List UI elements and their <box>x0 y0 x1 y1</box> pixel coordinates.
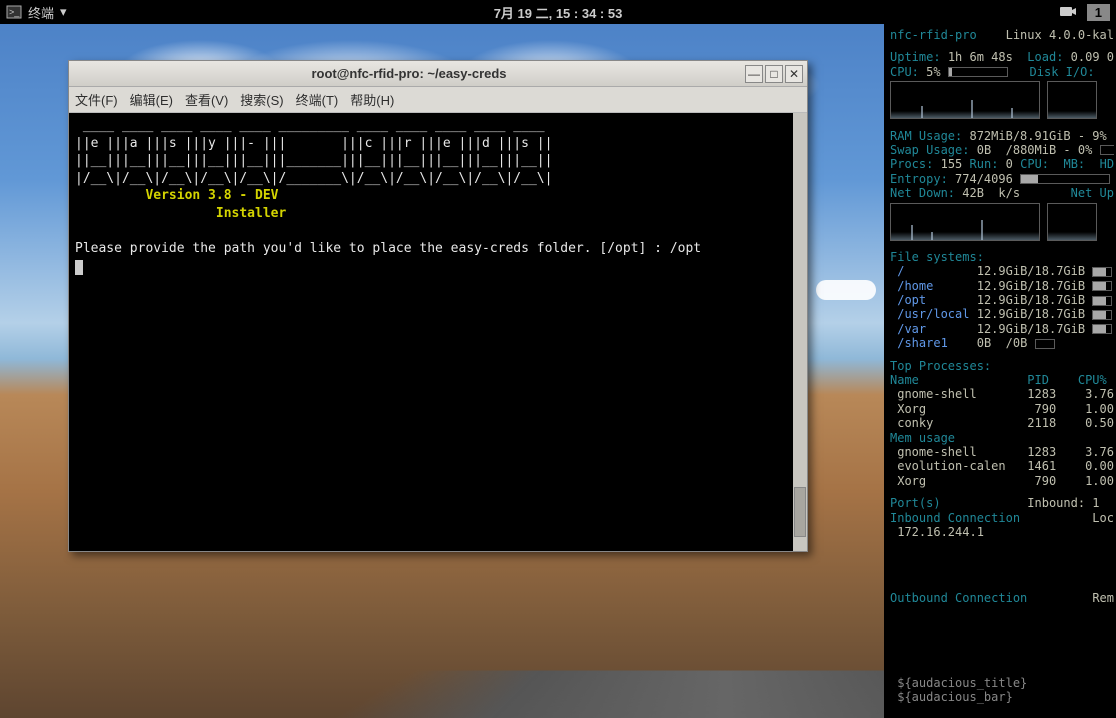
swap-label: Swap Usage: <box>890 143 969 157</box>
menu-terminal[interactable]: 终端(T) <box>296 90 339 109</box>
fs-row: /var 12.9GiB/18.7GiB <box>890 322 1114 336</box>
fs-row: /home 12.9GiB/18.7GiB <box>890 279 1114 293</box>
cloud-small <box>816 280 876 300</box>
run-val: 0 <box>1006 157 1013 171</box>
ascii-art-line: ||__|||__|||__|||__|||__|||_______|||__|… <box>75 153 552 168</box>
proc-row: Xorg 790 1.00 <box>890 402 1114 416</box>
close-button[interactable]: ✕ <box>785 65 803 83</box>
procs-val: 155 <box>941 157 963 171</box>
outbound-rem: Remo <box>1092 591 1114 605</box>
conky-panel: nfc-rfid-pro Linux 4.0.0-kal Uptime: 1h … <box>884 24 1116 718</box>
fs-row: /share1 0B /0B <box>890 336 1114 350</box>
top-panel: >_ 终端 ▾ 7月 19 二, 15 : 34 : 53 1 <box>0 0 1116 24</box>
netup-graph <box>1047 203 1097 241</box>
cpu-val: 5% <box>926 65 940 79</box>
menubar: 文件(F) 编辑(E) 查看(V) 搜索(S) 终端(T) 帮助(H) <box>69 87 807 113</box>
inbound-label: Inbound Connection <box>890 511 1020 525</box>
chevron-down-icon[interactable]: ▾ <box>60 4 67 20</box>
uptime-val: 1h 6m 48s <box>948 50 1013 64</box>
swap-val: 0B /880MiB - 0% <box>977 143 1093 157</box>
load-label: Load: <box>1027 50 1063 64</box>
scroll-thumb[interactable] <box>794 487 806 537</box>
cursor <box>75 260 83 275</box>
fs-row: /opt 12.9GiB/18.7GiB <box>890 293 1114 307</box>
inbound-ip: 172.16.244.1 <box>897 525 984 539</box>
ascii-art-line: ____ ____ ____ ____ ____ _________ ____ … <box>75 118 545 133</box>
ram-label: RAM Usage: <box>890 129 962 143</box>
menu-view[interactable]: 查看(V) <box>185 90 228 109</box>
ascii-art-line: |/__\|/__\|/__\|/__\|/__\|/_______\|/__\… <box>75 171 552 186</box>
uptime-label: Uptime: <box>890 50 941 64</box>
procs-label: Procs: <box>890 157 933 171</box>
fs-header: File systems: <box>890 250 984 264</box>
cpu-label: CPU: <box>890 65 919 79</box>
proc-row: Xorg 790 1.00 <box>890 474 1114 488</box>
entropy-label: Entropy: <box>890 172 948 186</box>
audacious-title: ${audacious_title} <box>897 676 1027 690</box>
installer-text: Installer <box>75 206 286 221</box>
svg-text:>_: >_ <box>9 7 20 17</box>
top-header: Top Processes: <box>890 359 991 373</box>
kernel-text: Linux 4.0.0-kal <box>1006 28 1114 42</box>
proc-row: gnome-shell 1283 3.76 <box>890 445 1114 459</box>
version-text: Version 3.8 - DEV <box>75 188 279 203</box>
inbound-loc: Loca <box>1092 511 1114 525</box>
entropy-val: 774/4096 <box>955 172 1013 186</box>
menu-edit[interactable]: 编辑(E) <box>130 90 173 109</box>
ports-label: Port(s) <box>890 496 941 510</box>
camera-icon[interactable] <box>1059 4 1077 21</box>
menu-help[interactable]: 帮助(H) <box>350 90 394 109</box>
inbound-count: Inbound: 1 Out <box>1027 496 1114 510</box>
window-title: root@nfc-rfid-pro: ~/easy-creds <box>73 66 745 81</box>
audacious-bar: ${audacious_bar} <box>897 690 1013 704</box>
app-menu-label[interactable]: 终端 <box>28 3 54 22</box>
terminal-content[interactable]: ____ ____ ____ ____ ____ _________ ____ … <box>69 113 807 551</box>
hd-label: HD: <box>1100 157 1114 171</box>
netdown-label: Net Down: <box>890 186 955 200</box>
minimize-button[interactable]: — <box>745 65 763 83</box>
fs-row: / 12.9GiB/18.7GiB <box>890 264 1114 278</box>
run-label: Run: <box>970 157 999 171</box>
disk-graph <box>1047 81 1097 119</box>
netdown-graph <box>890 203 1040 241</box>
menu-file[interactable]: 文件(F) <box>75 90 118 109</box>
proc-row: gnome-shell 1283 3.76 <box>890 387 1114 401</box>
mem-header: Mem usage <box>890 431 955 445</box>
workspace-indicator[interactable]: 1 <box>1087 4 1110 21</box>
scrollbar[interactable] <box>793 113 807 551</box>
host-label: nfc-rfid-pro <box>890 28 977 42</box>
netup-label: Net Up: <box>1071 186 1114 200</box>
terminal-icon[interactable]: >_ <box>6 4 22 20</box>
titlebar[interactable]: root@nfc-rfid-pro: ~/easy-creds — □ ✕ <box>69 61 807 87</box>
top-columns: Name PID CPU% <box>890 373 1107 387</box>
cpu-graph <box>890 81 1040 119</box>
netdown-val: 42B k/s <box>962 186 1020 200</box>
fs-row: /usr/local 12.9GiB/18.7GiB <box>890 307 1114 321</box>
ascii-art-line: ||e |||a |||s |||y |||- ||| |||c |||r ||… <box>75 136 552 151</box>
load-val: 0.09 0.2 <box>1071 50 1114 64</box>
proc-row: evolution-calen 1461 0.00 <box>890 459 1114 473</box>
prompt-text: Please provide the path you'd like to pl… <box>75 241 701 256</box>
terminal-window: root@nfc-rfid-pro: ~/easy-creds — □ ✕ 文件… <box>68 60 808 552</box>
ram-val: 872MiB/8.91GiB - 9% <box>969 129 1106 143</box>
maximize-button[interactable]: □ <box>765 65 783 83</box>
outbound-label: Outbound Connection <box>890 591 1027 605</box>
proc-row: conky 2118 0.50 <box>890 416 1114 430</box>
clock[interactable]: 7月 19 二, 15 : 34 : 53 <box>494 3 623 22</box>
mb-label: MB: <box>1063 157 1085 171</box>
menu-search[interactable]: 搜索(S) <box>240 90 283 109</box>
cpu2-label: CPU: <box>1020 157 1049 171</box>
diskio-label: Disk I/O: <box>1030 65 1095 79</box>
